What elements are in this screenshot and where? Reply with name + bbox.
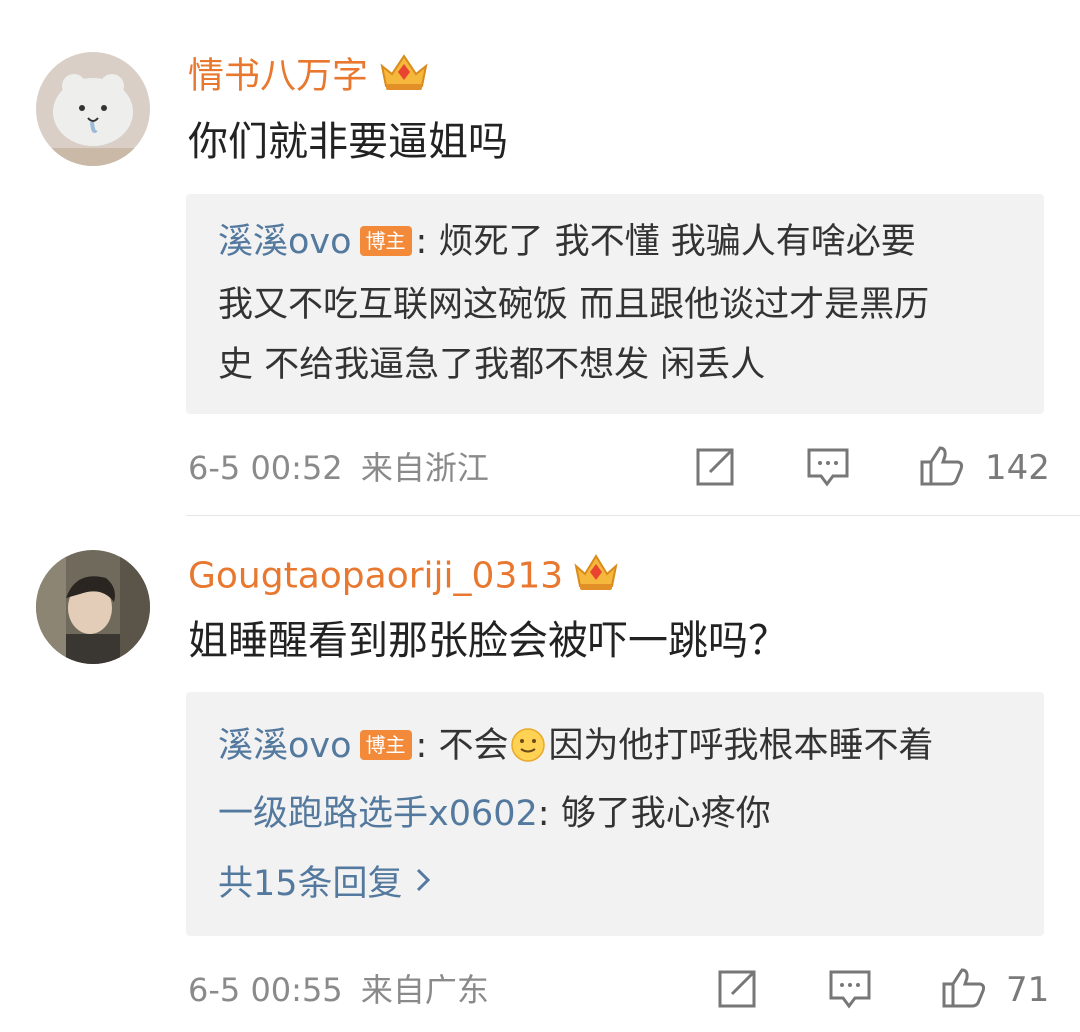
reply-line: 溪溪ovo 博主: 不会 因为他打呼我根本睡不着 (218, 724, 933, 774)
reply-box[interactable]: 溪溪ovo 博主: 不会 因为他打呼我根本睡不着 一级跑路选手x0602: 够了我… (186, 692, 1044, 936)
share-icon[interactable] (692, 446, 736, 492)
like-icon[interactable] (918, 444, 966, 492)
reply-line: 一级跑路选手x0602: 够了我心疼你 (218, 792, 771, 836)
reply-line: 史 不给我逼急了我都不想发 闲丢人 (218, 345, 766, 385)
crown-icon (573, 552, 619, 603)
reply-author[interactable]: 溪溪ovo (218, 222, 352, 262)
comment-time: 6-5 00:55 (188, 971, 343, 1009)
like-icon[interactable] (940, 966, 988, 1014)
avatar[interactable] (36, 550, 150, 664)
divider (186, 515, 1080, 516)
share-icon[interactable] (714, 968, 758, 1014)
comment-meta: 6-5 00:52 来自浙江 (188, 448, 489, 488)
comment-username[interactable]: 情书八万字 (188, 52, 430, 103)
comment-time: 6-5 00:52 (188, 449, 343, 487)
reply-text: 因为他打呼我根本睡不着 (548, 726, 934, 766)
comment-username[interactable]: Gougtaopaoriji_0313 (188, 552, 619, 603)
avatar[interactable] (36, 52, 150, 166)
comment-meta: 6-5 00:55 来自广东 (188, 970, 489, 1010)
crown-icon (378, 52, 430, 103)
reply-author[interactable]: 溪溪ovo (218, 726, 352, 766)
smile-emoji-icon (510, 727, 546, 774)
comment-icon[interactable] (827, 968, 873, 1014)
comment-location: 来自广东 (360, 971, 489, 1009)
comment-icon[interactable] (805, 446, 851, 492)
reply-line: 溪溪ovo 博主: 烦死了 我不懂 我骗人有啥必要 (218, 220, 916, 264)
like-count: 71 (1006, 970, 1050, 1010)
author-badge: 博主 (359, 226, 412, 256)
comment-text: 姐睡醒看到那张脸会被吓一跳吗？ (188, 618, 788, 664)
comment-text: 你们就非要逼姐吗 (188, 119, 508, 165)
comment-location: 来自浙江 (360, 449, 489, 487)
like-count: 142 (985, 448, 1050, 488)
reply-line: 我又不吃互联网这碗饭 而且跟他谈过才是黑历 (218, 285, 930, 325)
reply-text: : 不会 (415, 726, 509, 766)
reply-text: : 烦死了 我不懂 我骗人有啥必要 (415, 222, 916, 262)
reply-author[interactable]: 一级跑路选手x0602 (218, 794, 538, 834)
chevron-right-icon (415, 860, 431, 904)
reply-box[interactable]: 溪溪ovo 博主: 烦死了 我不懂 我骗人有啥必要 我又不吃互联网这碗饭 而且跟他… (186, 194, 1044, 414)
more-replies-link[interactable]: 共15条回复 (218, 860, 431, 906)
author-badge: 博主 (359, 730, 412, 760)
reply-text: : 够了我心疼你 (537, 794, 771, 834)
